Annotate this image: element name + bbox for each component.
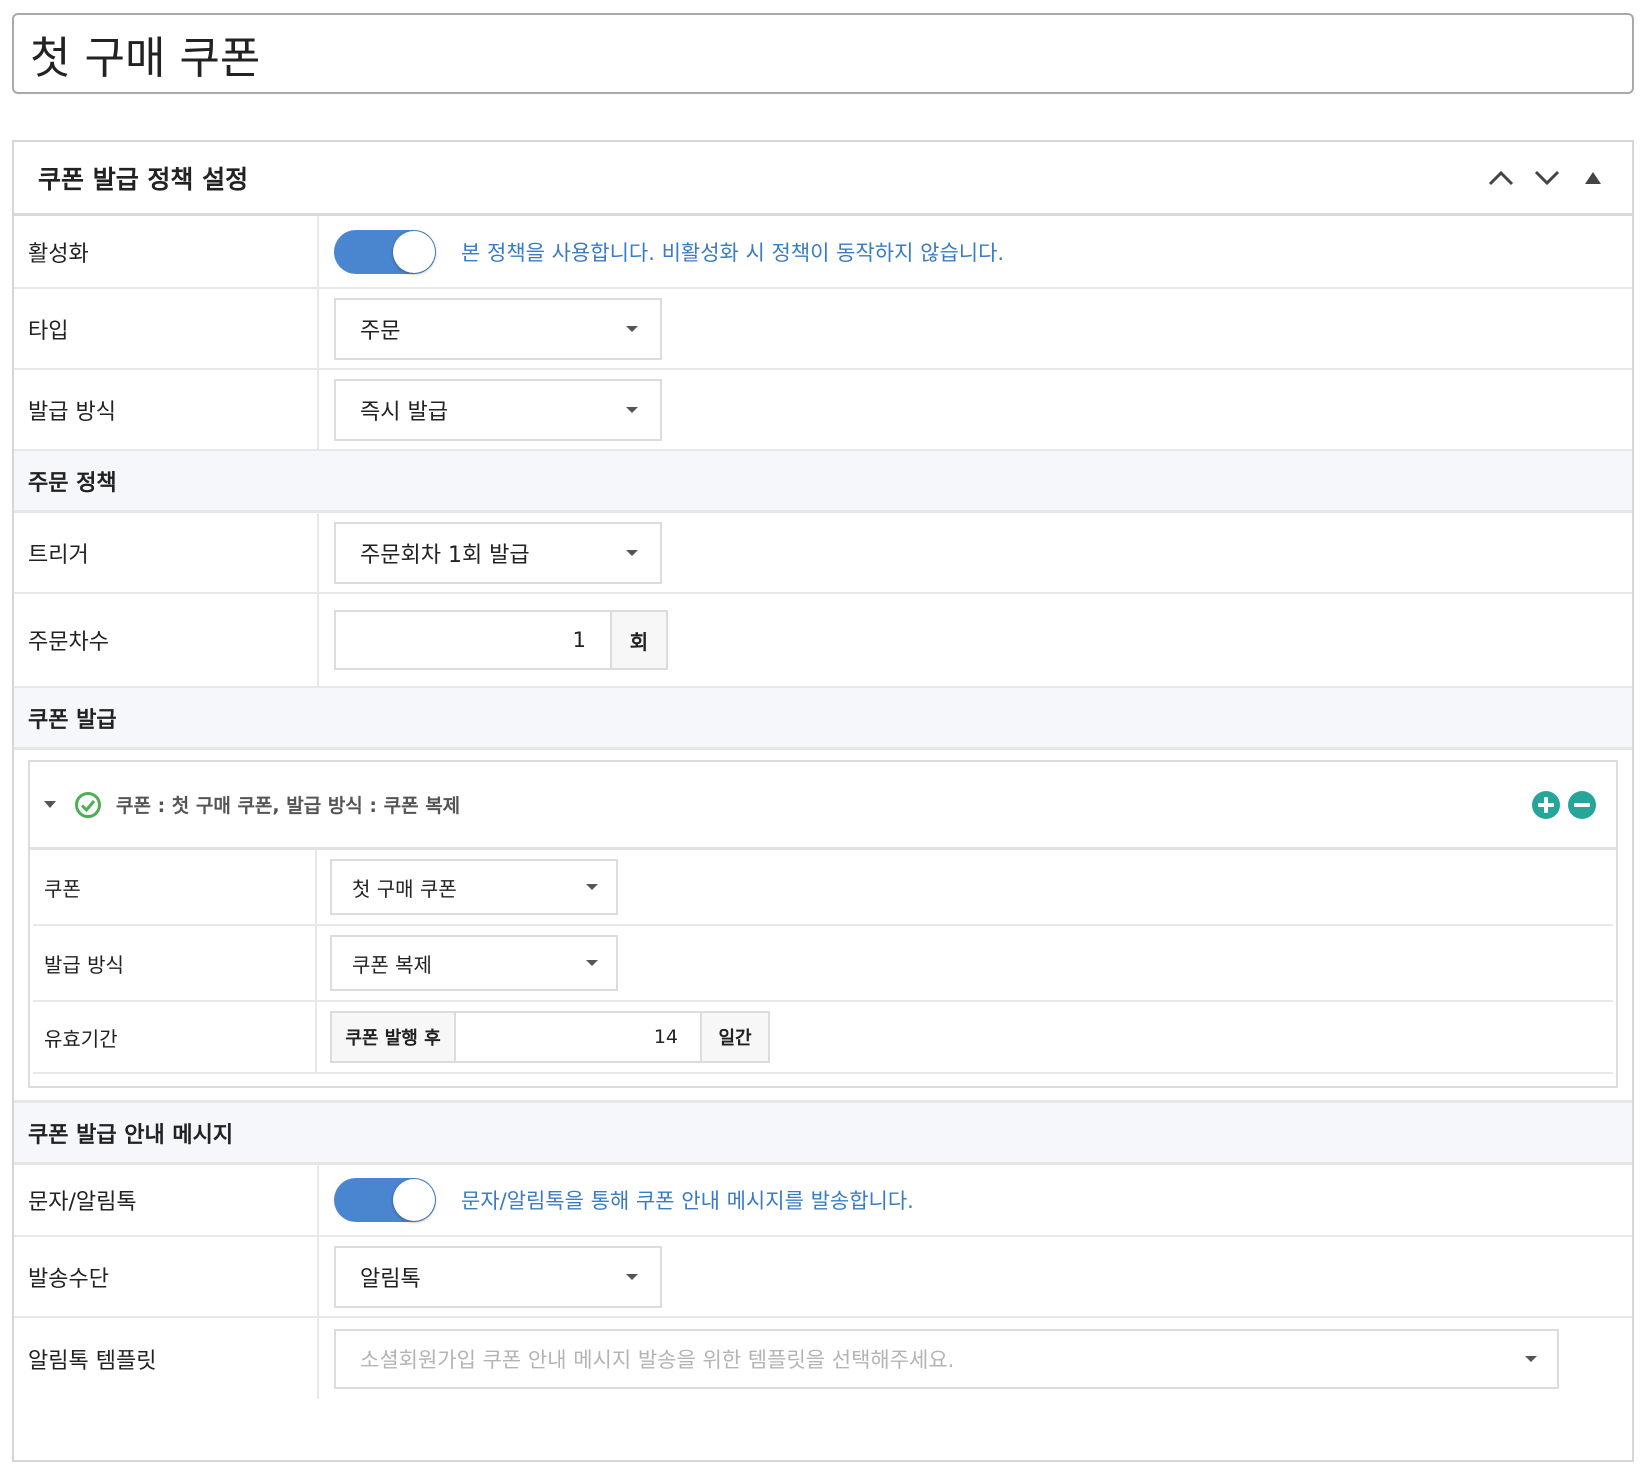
dropdown-caret-icon: [1525, 1355, 1537, 1362]
channel-select[interactable]: 알림톡: [334, 1245, 662, 1308]
expand-caret-icon[interactable]: [44, 801, 56, 808]
template-placeholder: 소셜회원가입 쿠폰 안내 메시지 발송을 위한 템플릿을 선택해주세요.: [360, 1347, 955, 1372]
trigger-select[interactable]: 주문회차 1회 발급: [334, 521, 662, 584]
coupon-method-select[interactable]: 쿠폰 복제: [330, 935, 618, 991]
coupon-row: 쿠폰 첫 구매 쿠폰: [33, 850, 1613, 926]
move-down-button[interactable]: [1532, 163, 1562, 193]
order-count-row: 주문차수 1 회: [14, 594, 1632, 688]
dropdown-caret-icon: [626, 325, 638, 332]
type-label: 타입: [14, 289, 319, 368]
template-label: 알림톡 템플릿: [14, 1318, 319, 1399]
chevron-down-icon: [1534, 170, 1560, 185]
coupon-select[interactable]: 첫 구매 쿠폰: [330, 859, 618, 915]
check-circle-icon: [75, 791, 101, 818]
trigger-row: 트리거 주문회차 1회 발급: [14, 513, 1632, 594]
validity-group: 쿠폰 발행 후 14 일간: [330, 1011, 770, 1063]
coupon-policy-panel: 쿠폰 발급 정책 설정 활성화 본 정책을 사용합니다. 비활성화 시 정책이 …: [12, 140, 1634, 1462]
move-up-button[interactable]: [1486, 163, 1516, 193]
activation-row: 활성화 본 정책을 사용합니다. 비활성화 시 정책이 동작하지 않습니다.: [14, 216, 1632, 289]
chevron-up-icon: [1488, 170, 1514, 185]
channel-label: 발송수단: [14, 1237, 319, 1316]
dropdown-caret-icon: [626, 1273, 638, 1280]
validity-days-input[interactable]: 14: [456, 1011, 702, 1063]
validity-prefix: 쿠폰 발행 후: [330, 1011, 456, 1063]
sms-help: 문자/알림톡을 통해 쿠폰 안내 메시지를 발송합니다.: [461, 1189, 914, 1213]
coupon-issue-wrapper: 쿠폰 : 첫 구매 쿠폰, 발급 방식 : 쿠폰 복제 쿠폰 첫 구매 쿠폰 발: [14, 750, 1632, 1103]
activation-toggle[interactable]: [334, 229, 436, 274]
coupon-issue-section: 쿠폰 발급: [14, 688, 1632, 750]
minus-circle-icon[interactable]: [1568, 790, 1596, 819]
panel-header: 쿠폰 발급 정책 설정: [14, 142, 1632, 216]
channel-row: 발송수단 알림톡: [14, 1237, 1632, 1318]
sms-label: 문자/알림톡: [14, 1165, 319, 1235]
order-count-unit: 회: [612, 610, 668, 670]
issue-method-row: 발급 방식 즉시 발급: [14, 370, 1632, 451]
activation-help: 본 정책을 사용합니다. 비활성화 시 정책이 동작하지 않습니다.: [461, 240, 1005, 265]
message-section: 쿠폰 발급 안내 메시지: [14, 1103, 1632, 1165]
trigger-label: 트리거: [14, 513, 319, 592]
activation-label: 활성화: [14, 216, 319, 287]
order-policy-section: 주문 정책: [14, 451, 1632, 513]
order-count-group: 1 회: [334, 610, 668, 670]
template-row: 알림톡 템플릿 소셜회원가입 쿠폰 안내 메시지 발송을 위한 템플릿을 선택해…: [14, 1318, 1632, 1399]
dropdown-caret-icon: [586, 960, 598, 966]
coupon-label: 쿠폰: [33, 850, 317, 924]
template-select[interactable]: 소셜회원가입 쿠폰 안내 메시지 발송을 위한 템플릿을 선택해주세요.: [334, 1328, 1559, 1389]
coupon-issue-item: 쿠폰 : 첫 구매 쿠폰, 발급 방식 : 쿠폰 복제 쿠폰 첫 구매 쿠폰 발: [28, 760, 1618, 1088]
issue-method-label: 발급 방식: [14, 370, 319, 449]
panel-tools: [1486, 163, 1608, 193]
collapse-panel-button[interactable]: [1578, 163, 1608, 193]
validity-unit: 일간: [702, 1011, 770, 1063]
type-row: 타입 주문: [14, 289, 1632, 370]
dropdown-caret-icon: [586, 884, 598, 890]
issue-method-select[interactable]: 즉시 발급: [334, 378, 662, 441]
order-count-input[interactable]: 1: [334, 610, 612, 670]
validity-label: 유효기간: [33, 1002, 317, 1072]
dropdown-caret-icon: [626, 549, 638, 556]
panel-title: 쿠폰 발급 정책 설정: [38, 164, 249, 194]
dropdown-caret-icon: [626, 406, 638, 413]
coupon-method-label: 발급 방식: [33, 926, 317, 1000]
order-count-label: 주문차수: [14, 594, 319, 686]
sms-toggle[interactable]: [334, 1178, 436, 1222]
sms-row: 문자/알림톡 문자/알림톡을 통해 쿠폰 안내 메시지를 발송합니다.: [14, 1165, 1632, 1237]
validity-row: 유효기간 쿠폰 발행 후 14 일간: [33, 1002, 1613, 1074]
plus-circle-icon[interactable]: [1532, 790, 1560, 819]
policy-title-input[interactable]: 첫 구매 쿠폰: [12, 13, 1634, 94]
type-select[interactable]: 주문: [334, 297, 662, 360]
coupon-method-row: 발급 방식 쿠폰 복제: [33, 926, 1613, 1002]
collapse-triangle-icon: [1585, 171, 1601, 184]
coupon-issue-item-header: 쿠폰 : 첫 구매 쿠폰, 발급 방식 : 쿠폰 복제: [30, 762, 1616, 850]
coupon-issue-summary: 쿠폰 : 첫 구매 쿠폰, 발급 방식 : 쿠폰 복제: [116, 795, 461, 817]
